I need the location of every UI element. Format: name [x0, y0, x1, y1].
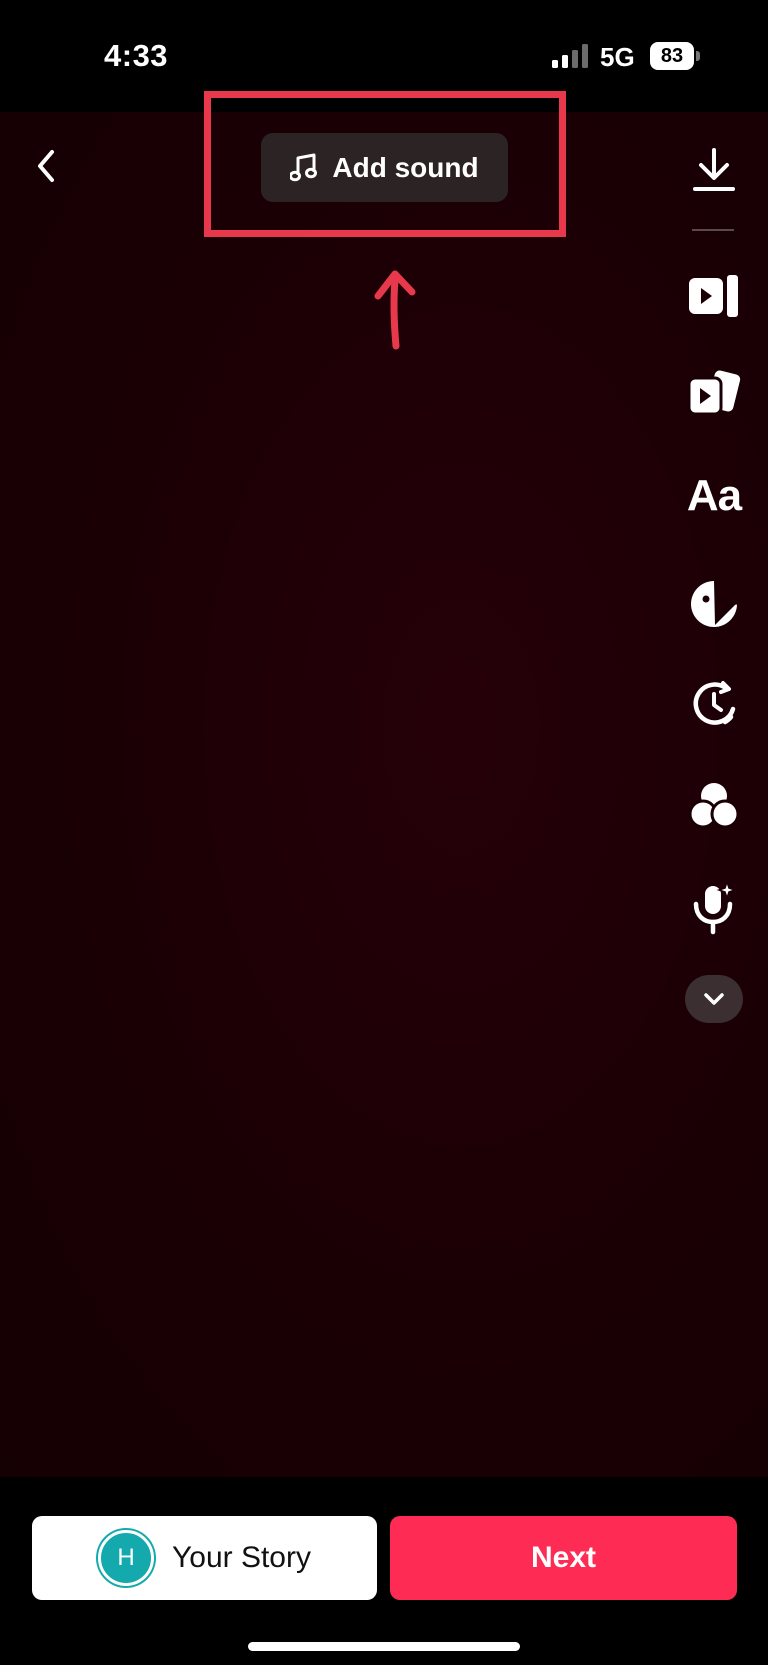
chevron-down-icon — [704, 993, 724, 1005]
more-tools-button[interactable] — [685, 975, 743, 1023]
download-button[interactable] — [682, 138, 746, 202]
battery-icon: 83 — [650, 42, 704, 70]
templates-button[interactable] — [682, 362, 746, 426]
your-story-label: Your Story — [172, 1541, 311, 1574]
text-icon: Aa — [686, 471, 742, 520]
home-indicator[interactable] — [248, 1642, 520, 1651]
next-button[interactable]: Next — [390, 1516, 737, 1600]
voice-effects-icon — [693, 880, 738, 935]
tiktok-editor-screen: 4:33 5G 83 Add sound Aa H Your Story Nex… — [0, 0, 768, 1665]
battery-level: 83 — [660, 45, 684, 67]
battery-body: 83 — [650, 42, 694, 70]
avatar-initial: H — [117, 1544, 135, 1571]
add-sound-button[interactable]: Add sound — [261, 133, 508, 202]
edit-clips-button[interactable] — [682, 264, 746, 328]
battery-nub — [696, 51, 700, 61]
voice-effects-button[interactable] — [682, 876, 746, 940]
toolbar-divider — [692, 229, 734, 231]
signal-bars-icon — [552, 44, 588, 68]
your-story-button[interactable]: H Your Story — [32, 1516, 377, 1600]
effects-timer-icon — [693, 681, 736, 725]
templates-icon — [687, 370, 741, 416]
edit-clips-icon — [689, 275, 738, 317]
status-time: 4:33 — [104, 38, 169, 73]
sticker-icon — [691, 581, 738, 627]
network-type: 5G — [600, 42, 635, 72]
status-bar: 4:33 5G 83 — [0, 0, 768, 112]
next-label: Next — [530, 1541, 597, 1574]
back-button[interactable] — [24, 144, 68, 188]
music-note-icon — [290, 153, 318, 181]
download-icon — [693, 148, 735, 191]
effects-button[interactable] — [682, 672, 746, 736]
add-sound-label: Add sound — [332, 151, 479, 183]
text-tool-button[interactable]: Aa — [676, 464, 752, 528]
avatar: H — [98, 1530, 154, 1586]
chevron-left-icon — [38, 150, 54, 182]
annotation-arrow-icon — [374, 270, 416, 350]
stickers-button[interactable] — [682, 572, 746, 636]
filters-icon — [688, 783, 740, 829]
filters-button[interactable] — [682, 774, 746, 838]
